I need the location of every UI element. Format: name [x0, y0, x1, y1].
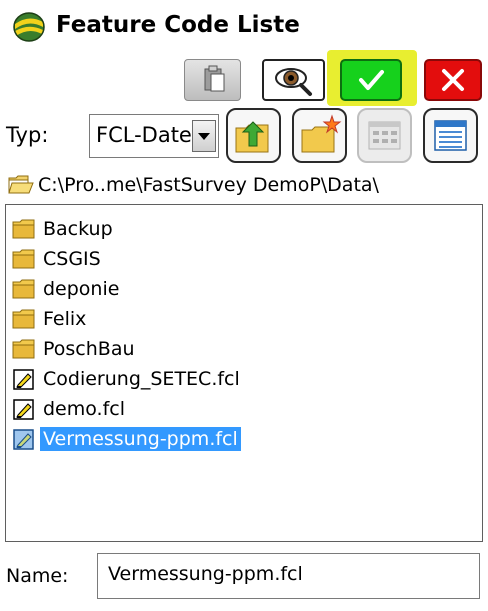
type-select[interactable]: FCL-Dateien — [89, 114, 219, 158]
open-folder-icon — [8, 175, 34, 194]
list-view-icon — [368, 121, 401, 150]
new-folder-icon — [301, 114, 342, 153]
check-icon — [359, 70, 384, 90]
dropdown-arrow[interactable] — [192, 120, 216, 152]
list-view-button[interactable] — [357, 108, 412, 163]
fcl-file-icon — [13, 369, 34, 390]
folder-icon — [12, 279, 35, 299]
window-title: Feature Code Liste — [56, 12, 300, 38]
eye-magnifier-icon — [275, 68, 312, 96]
type-select-value: FCL-Dateien — [96, 123, 192, 147]
paste-button[interactable] — [184, 59, 241, 101]
path-text: C:\Pro..me\FastSurvey DemoP\Data\ — [38, 174, 379, 196]
folder-icon — [12, 339, 35, 359]
close-icon — [442, 69, 464, 91]
chevron-down-icon — [198, 133, 210, 140]
details-view-button[interactable] — [423, 108, 478, 163]
fcl-file-icon — [13, 399, 34, 420]
type-label: Typ: — [6, 123, 49, 147]
title-bar: Feature Code Liste — [0, 0, 488, 50]
view-button[interactable] — [262, 59, 325, 101]
name-label: Name: — [6, 565, 69, 587]
name-field[interactable]: Vermessung-ppm.fcl — [97, 553, 480, 599]
cancel-button[interactable] — [424, 59, 482, 101]
folder-icon — [12, 249, 35, 269]
folder-icon — [12, 219, 35, 239]
current-path: C:\Pro..me\FastSurvey DemoP\Data\ — [0, 170, 488, 202]
new-folder-button[interactable] — [292, 108, 347, 163]
details-view-icon — [434, 120, 467, 151]
fastsurvey-logo-icon — [13, 12, 45, 42]
name-field-value: Vermessung-ppm.fcl — [108, 563, 303, 585]
folder-icon — [12, 309, 35, 329]
ok-button[interactable] — [340, 59, 402, 101]
fcl-file-icon — [13, 429, 34, 450]
paste-icon — [204, 65, 225, 92]
folder-up-icon — [235, 121, 269, 153]
file-list[interactable]: Backup CSGIS deponie Felix PoschBau Codi… — [5, 204, 483, 542]
folder-up-button[interactable] — [226, 108, 281, 163]
